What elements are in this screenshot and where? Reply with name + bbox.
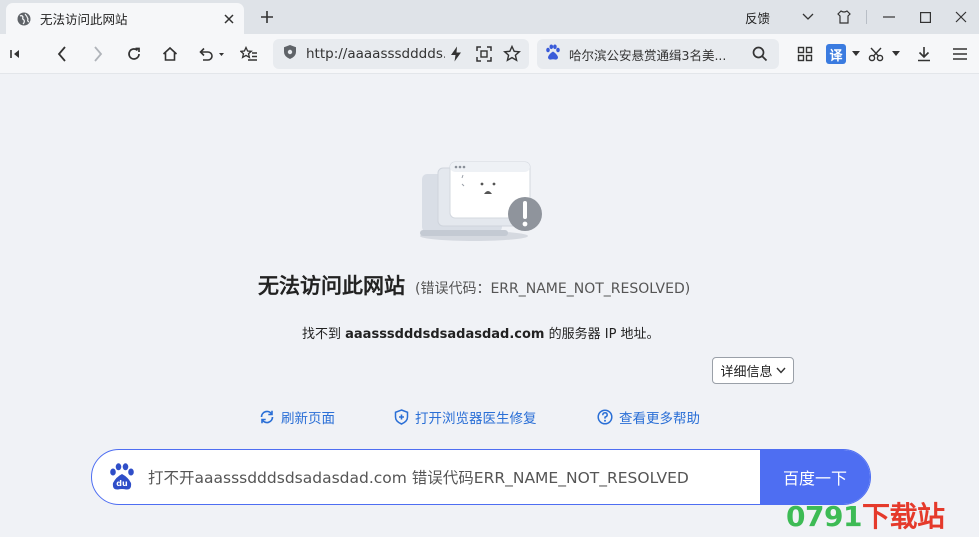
chevron-down-icon[interactable] bbox=[790, 0, 826, 34]
more-help-label: 查看更多帮助 bbox=[619, 411, 700, 427]
divider bbox=[866, 10, 867, 24]
back-button[interactable] bbox=[50, 42, 74, 66]
error-desc-prefix: 找不到 bbox=[302, 327, 346, 342]
feedback-button[interactable]: 反馈 bbox=[745, 8, 770, 27]
reload-button[interactable] bbox=[122, 42, 146, 66]
download-icon[interactable] bbox=[912, 42, 936, 66]
baidu-search-input[interactable]: 打不开aaasssdddsdsadasdad.com 错误代码ERR_NAME_… bbox=[148, 466, 760, 488]
sidebar-toggle-icon[interactable] bbox=[4, 42, 28, 66]
browser-doctor-link[interactable]: 打开浏览器医生修复 bbox=[394, 407, 537, 427]
home-button[interactable] bbox=[158, 42, 182, 66]
star-icon[interactable] bbox=[501, 43, 523, 65]
details-label: 详细信息 bbox=[720, 365, 773, 380]
chevron-down-icon bbox=[775, 367, 786, 374]
screenshot-icon[interactable] bbox=[473, 43, 495, 65]
search-input[interactable]: 哈尔滨公安悬赏通缉3名美... bbox=[569, 45, 749, 64]
baidu-logo-text: du bbox=[116, 479, 128, 488]
watermark-text: 下载站 bbox=[861, 500, 945, 533]
address-url[interactable]: http://aaaasssdddds... bbox=[306, 46, 445, 62]
maximize-button[interactable] bbox=[907, 0, 943, 34]
watermark-logo: 0791下载站 bbox=[786, 495, 945, 535]
browser-doctor-label: 打开浏览器医生修复 bbox=[415, 411, 537, 427]
search-bar[interactable]: 哈尔滨公安悬赏通缉3名美... bbox=[537, 39, 779, 69]
error-description: 找不到 aaasssdddsdsadasdad.com 的服务器 IP 地址。 bbox=[302, 323, 660, 342]
new-tab-button[interactable] bbox=[256, 6, 278, 28]
skin-shirt-icon[interactable] bbox=[826, 0, 862, 34]
close-icon[interactable] bbox=[220, 10, 238, 28]
baidu-logo-icon: du bbox=[108, 462, 136, 492]
more-help-link[interactable]: 查看更多帮助 bbox=[597, 407, 700, 427]
close-window-button[interactable] bbox=[943, 0, 979, 34]
tab-title: 无法访问此网站 bbox=[40, 12, 128, 27]
error-code: (错误代码：ERR_NAME_NOT_RESOLVED) bbox=[415, 281, 691, 297]
refresh-icon bbox=[260, 410, 274, 424]
forward-button[interactable] bbox=[86, 42, 110, 66]
error-heading: 无法访问此网站 (错误代码：ERR_NAME_NOT_RESOLVED) bbox=[258, 270, 690, 300]
browser-tab[interactable]: 无法访问此网站 bbox=[6, 3, 244, 34]
toolbar: http://aaaasssdddds... 哈尔滨公安悬赏通缉3名美... 译 bbox=[0, 34, 979, 74]
watermark-digits: 0791 bbox=[786, 500, 862, 533]
error-title: 无法访问此网站 bbox=[258, 274, 405, 298]
scissors-icon[interactable] bbox=[868, 42, 908, 66]
refresh-page-link[interactable]: 刷新页面 bbox=[259, 407, 335, 427]
window-controls: 反馈 bbox=[745, 0, 979, 34]
baidu-search-box: du 打不开aaasssdddsdsadasdad.com 错误代码ERR_NA… bbox=[91, 449, 871, 505]
lightning-icon[interactable] bbox=[445, 43, 467, 65]
apps-grid-icon[interactable] bbox=[793, 42, 817, 66]
minimize-button[interactable] bbox=[871, 0, 907, 34]
baidu-paw-icon bbox=[545, 44, 561, 65]
details-button[interactable]: 详细信息 bbox=[712, 357, 794, 384]
search-icon[interactable] bbox=[749, 43, 771, 65]
address-bar[interactable]: http://aaaasssdddds... bbox=[273, 39, 529, 69]
error-domain: aaasssdddsdsadasdad.com bbox=[345, 327, 545, 342]
shield-plus-icon bbox=[394, 409, 409, 425]
globe-icon bbox=[16, 11, 32, 27]
refresh-page-label: 刷新页面 bbox=[281, 411, 335, 427]
undo-close-tab-button[interactable] bbox=[196, 42, 228, 66]
tab-bar: 无法访问此网站 反馈 bbox=[0, 0, 979, 34]
error-actions: 刷新页面 打开浏览器医生修复 查看更多帮助 bbox=[0, 407, 979, 429]
translate-label: 译 bbox=[826, 44, 846, 64]
menu-icon[interactable] bbox=[948, 42, 972, 66]
favorites-list-icon[interactable] bbox=[237, 42, 261, 66]
error-illustration bbox=[412, 152, 548, 244]
error-desc-suffix: 的服务器 IP 地址。 bbox=[544, 327, 660, 342]
help-icon bbox=[597, 409, 613, 425]
translate-button[interactable]: 译 bbox=[826, 42, 862, 66]
shield-icon[interactable] bbox=[282, 44, 298, 64]
